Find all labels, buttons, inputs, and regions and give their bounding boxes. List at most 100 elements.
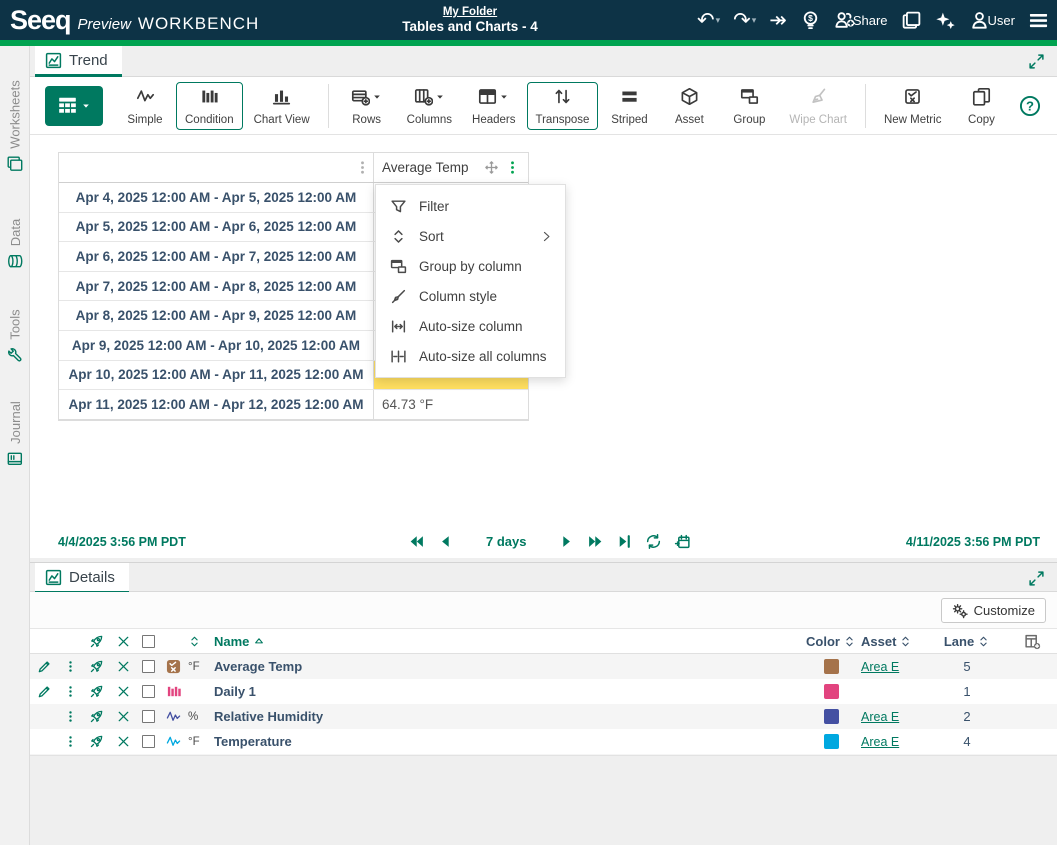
row-checkbox[interactable]: [142, 735, 155, 748]
row-checkbox[interactable]: [142, 660, 155, 673]
remove-item-icon[interactable]: [116, 709, 131, 724]
duration-label[interactable]: 7 days: [486, 534, 526, 549]
tab-details[interactable]: Details: [35, 563, 129, 594]
asset-swap-icon[interactable]: [89, 709, 104, 724]
my-folder-link[interactable]: My Folder: [443, 6, 497, 18]
row-menu-icon[interactable]: [64, 710, 77, 723]
sort-color-icon[interactable]: [843, 635, 856, 648]
remove-item-icon[interactable]: [116, 684, 131, 699]
menu-item-filter[interactable]: Filter: [376, 191, 565, 221]
step-forward-full-icon[interactable]: [587, 533, 604, 550]
seeq-logo[interactable]: Seeq: [10, 5, 71, 36]
undo-caret-icon[interactable]: ▾: [716, 15, 721, 26]
column-menu-icon[interactable]: [505, 160, 520, 175]
step-forward-half-icon[interactable]: [558, 533, 575, 550]
sort-lane-icon[interactable]: [977, 635, 990, 648]
menu-item-column-style[interactable]: Column style: [376, 281, 565, 311]
name-header[interactable]: Name: [214, 634, 249, 649]
row-menu-icon[interactable]: [64, 660, 77, 673]
toolbar-button-copy[interactable]: Copy: [952, 82, 1010, 130]
lane-header[interactable]: Lane: [944, 634, 974, 649]
step-to-end-icon[interactable]: [616, 533, 633, 550]
sort-name-icon[interactable]: [188, 635, 201, 648]
row-menu-icon[interactable]: [64, 685, 77, 698]
details-expand-icon[interactable]: [1028, 570, 1045, 587]
sidebar-item-tools[interactable]: Tools: [0, 296, 30, 376]
date-range-cell[interactable]: Apr 9, 2025 12:00 AM - Apr 10, 2025 12:0…: [59, 331, 374, 360]
step-back-half-icon[interactable]: [437, 533, 454, 550]
remove-item-icon[interactable]: [116, 734, 131, 749]
view-mode-dropdown-button[interactable]: [45, 86, 103, 126]
undo-button[interactable]: ↶▾: [697, 10, 720, 31]
fast-forward-icon[interactable]: ↠: [769, 10, 787, 31]
menu-item-sort[interactable]: Sort: [376, 221, 565, 251]
color-swatch[interactable]: [824, 709, 839, 724]
toolbar-button-rows[interactable]: Rows: [338, 82, 396, 130]
toolbar-button-columns[interactable]: Columns: [398, 82, 461, 130]
select-all-checkbox[interactable]: [142, 635, 155, 648]
menu-item-auto-size-all-columns[interactable]: Auto-size all columns: [376, 341, 565, 371]
lightbulb-dollar-icon[interactable]: $: [800, 10, 821, 31]
date-range-cell[interactable]: Apr 7, 2025 12:00 AM - Apr 8, 2025 12:00…: [59, 272, 374, 301]
refresh-icon[interactable]: [645, 533, 662, 550]
asset-link[interactable]: Area E: [861, 735, 899, 749]
cell-value[interactable]: 64.73 °F: [382, 397, 433, 412]
remove-item-icon[interactable]: [116, 659, 131, 674]
range-start-label[interactable]: 4/4/2025 3:56 PM PDT: [58, 535, 186, 549]
step-back-full-icon[interactable]: [408, 533, 425, 550]
toolbar-button-group[interactable]: Group: [720, 82, 778, 130]
duplicate-window-icon[interactable]: [901, 10, 922, 31]
customize-button[interactable]: Customize: [941, 598, 1046, 623]
date-range-cell[interactable]: Apr 4, 2025 12:00 AM - Apr 5, 2025 12:00…: [59, 183, 374, 212]
asset-link[interactable]: Area E: [861, 660, 899, 674]
redo-button[interactable]: ↷▾: [733, 10, 756, 31]
sparkles-icon[interactable]: [935, 10, 956, 31]
asset-link[interactable]: Area E: [861, 710, 899, 724]
toolbar-button-transpose[interactable]: Transpose: [527, 82, 599, 130]
toolbar-button-asset[interactable]: Asset: [660, 82, 718, 130]
row-checkbox[interactable]: [142, 710, 155, 723]
tab-trend[interactable]: Trend: [35, 46, 122, 77]
color-swatch[interactable]: [824, 659, 839, 674]
edit-icon[interactable]: [37, 684, 52, 699]
row-menu-icon[interactable]: [64, 735, 77, 748]
toolbar-button-headers[interactable]: Headers: [463, 82, 524, 130]
column-menu-dots-icon[interactable]: [355, 160, 370, 175]
trend-expand-icon[interactable]: [1028, 53, 1045, 70]
menu-item-group-by-column[interactable]: Group by column: [376, 251, 565, 281]
sidebar-item-data[interactable]: Data: [0, 201, 30, 286]
asset-swap-icon[interactable]: [89, 734, 104, 749]
remove-all-icon[interactable]: [116, 634, 131, 649]
hamburger-menu-icon[interactable]: [1028, 10, 1049, 31]
color-swatch[interactable]: [824, 684, 839, 699]
redo-caret-icon[interactable]: ▾: [752, 15, 757, 26]
sort-asset-icon[interactable]: [899, 635, 912, 648]
share-button[interactable]: Share: [834, 10, 888, 31]
date-range-cell[interactable]: Apr 5, 2025 12:00 AM - Apr 6, 2025 12:00…: [59, 213, 374, 242]
toolbar-button-striped[interactable]: Striped: [600, 82, 658, 130]
toolbar-button-condition[interactable]: Condition: [176, 82, 243, 130]
date-column-header[interactable]: [59, 153, 374, 182]
auto-update-icon[interactable]: [674, 533, 691, 550]
value-column-header[interactable]: Average Temp: [374, 153, 528, 182]
asset-header[interactable]: Asset: [861, 634, 896, 649]
color-header[interactable]: Color: [806, 634, 840, 649]
asset-swap-icon[interactable]: [89, 684, 104, 699]
toolbar-button-new-metric[interactable]: New Metric: [875, 82, 951, 130]
asset-swap-icon[interactable]: [89, 659, 104, 674]
column-move-icon[interactable]: [484, 160, 499, 175]
row-checkbox[interactable]: [142, 685, 155, 698]
date-range-cell[interactable]: Apr 10, 2025 12:00 AM - Apr 11, 2025 12:…: [59, 361, 374, 390]
color-swatch[interactable]: [824, 734, 839, 749]
user-menu[interactable]: User: [969, 10, 1015, 31]
toolbar-button-chart-view[interactable]: Chart View: [245, 82, 319, 130]
menu-item-auto-size-column[interactable]: Auto-size column: [376, 311, 565, 341]
range-end-label[interactable]: 4/11/2025 3:56 PM PDT: [906, 535, 1040, 549]
asset-swap-icon[interactable]: [89, 634, 104, 649]
add-column-icon[interactable]: [1024, 633, 1041, 650]
toolbar-button-simple[interactable]: Simple: [116, 82, 174, 130]
help-icon[interactable]: ?: [1019, 95, 1041, 117]
sidebar-item-journal[interactable]: Journal: [0, 386, 30, 481]
sidebar-item-worksheets[interactable]: Worksheets: [0, 61, 30, 191]
date-range-cell[interactable]: Apr 8, 2025 12:00 AM - Apr 9, 2025 12:00…: [59, 301, 374, 330]
